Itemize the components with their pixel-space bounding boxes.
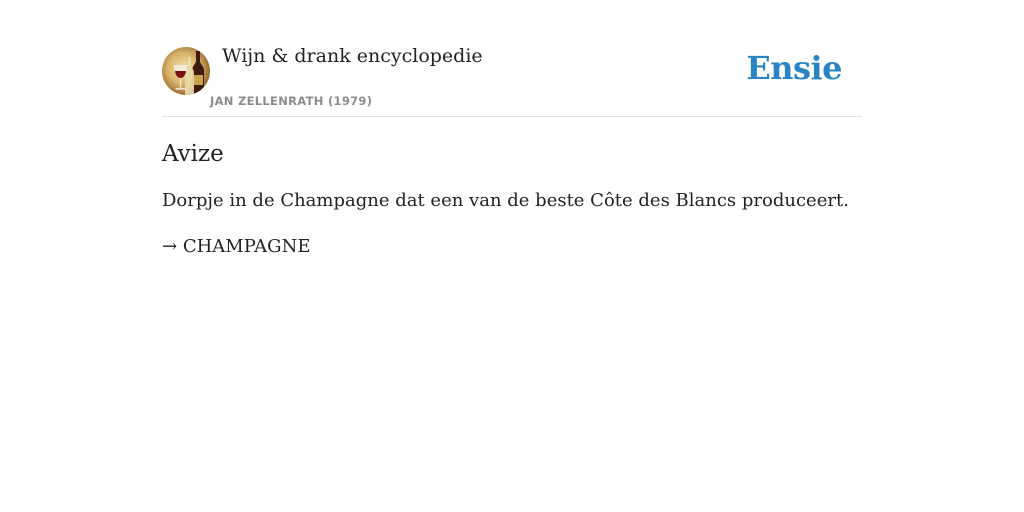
brand-logo[interactable]: Ensie (746, 49, 842, 87)
arrow-right-icon: → (162, 236, 178, 257)
book-author: JAN ZELLENRATH (1979) (210, 94, 373, 108)
book-title[interactable]: Wijn & drank encyclopedie (222, 45, 483, 67)
wine-bottle-icon[interactable] (162, 47, 210, 95)
see-also-label: CHAMPAGNE (182, 236, 311, 257)
see-also-link[interactable]: → CHAMPAGNE (162, 234, 862, 260)
header: Wijn & drank encyclopedie JAN ZELLENRATH… (162, 40, 862, 117)
entry: Avize Dorpje in de Champagne dat een van… (162, 138, 862, 260)
page: Wijn & drank encyclopedie JAN ZELLENRATH… (0, 0, 1024, 512)
entry-definition: Dorpje in de Champagne dat een van de be… (162, 190, 849, 211)
entry-term: Avize (162, 141, 224, 167)
